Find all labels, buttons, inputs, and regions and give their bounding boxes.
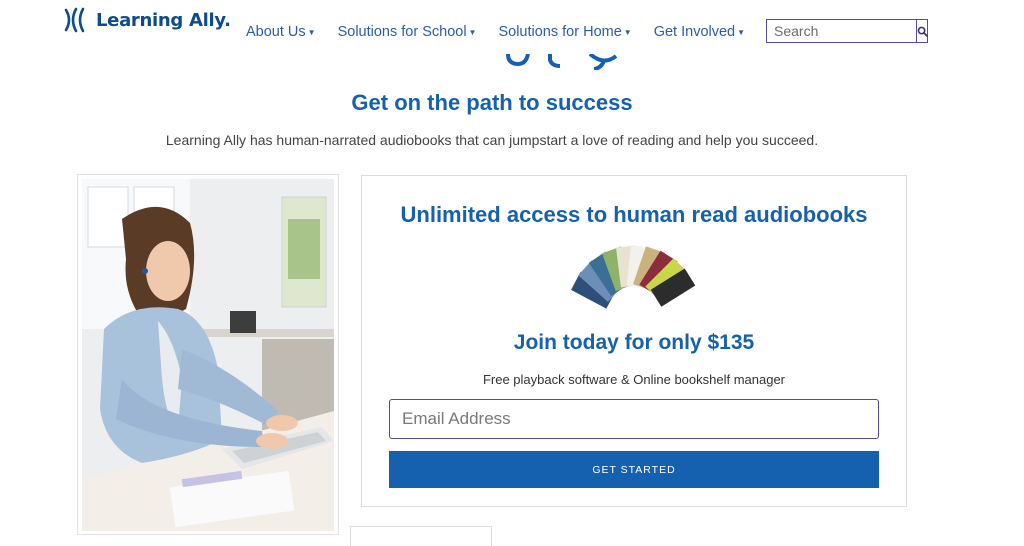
signup-card: Unlimited access to human read audiobook… xyxy=(361,175,907,507)
search-button[interactable] xyxy=(916,20,928,42)
logo[interactable]: Learning Ally. xyxy=(62,6,231,34)
heading-glyph-fragments xyxy=(506,54,618,70)
hero-image-frame xyxy=(77,174,339,535)
card-title: Unlimited access to human read audiobook… xyxy=(400,202,868,227)
chevron-down-icon: ▼ xyxy=(468,27,477,37)
nav-get-involved[interactable]: Get Involved ▼ xyxy=(654,24,745,40)
logo-text: Learning Ally. xyxy=(96,9,231,31)
nav-solutions-home-label: Solutions for Home xyxy=(498,24,622,40)
email-field[interactable] xyxy=(389,399,879,439)
price-heading: Join today for only $135 xyxy=(513,331,755,354)
nav-solutions-school[interactable]: Solutions for School ▼ xyxy=(338,24,477,40)
search-input[interactable] xyxy=(767,20,916,42)
search-icon xyxy=(917,26,928,37)
chevron-down-icon: ▼ xyxy=(737,27,746,37)
page-title: Get on the path to success xyxy=(351,90,633,115)
nav-about-us-label: About Us xyxy=(246,24,306,40)
audiobook-covers-image xyxy=(558,242,710,319)
search-box xyxy=(766,19,928,43)
nav-about-us[interactable]: About Us ▼ xyxy=(246,24,316,40)
logo-sound-icon xyxy=(64,7,85,33)
next-card-edge xyxy=(350,526,492,546)
chevron-down-icon: ▼ xyxy=(307,27,316,37)
nav-solutions-school-label: Solutions for School xyxy=(337,24,467,40)
intro-text: Learning Ally has human-narrated audiobo… xyxy=(165,132,819,148)
student-photo xyxy=(82,179,334,531)
features-text: Free playback software & Online bookshel… xyxy=(482,372,786,387)
nav-solutions-home[interactable]: Solutions for Home ▼ xyxy=(498,24,631,40)
nav-get-involved-label: Get Involved xyxy=(653,24,736,40)
get-started-button[interactable]: GET STARTED xyxy=(389,451,879,488)
chevron-down-icon: ▼ xyxy=(623,27,632,37)
main-nav: About Us ▼ Solutions for School ▼ Solution… xyxy=(246,24,767,40)
scrolled-heading-fragment xyxy=(0,54,984,70)
